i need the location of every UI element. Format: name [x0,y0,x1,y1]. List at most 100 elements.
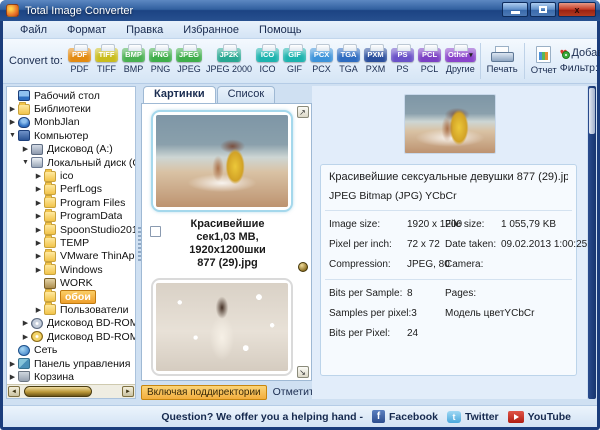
pdf-icon: PDF [68,48,91,62]
tree-item-libraries[interactable]: ▶Библиотеки [7,102,135,115]
scroll-bottom-icon[interactable]: ↘ [297,366,309,378]
chevron-right-icon[interactable]: ▶ [7,360,18,368]
include-subdirs-button[interactable]: Включая поддиректории [141,385,267,400]
menu-help[interactable]: Помощь [250,23,311,37]
tree-item-vmware-thinapp[interactable]: ▶VMware ThinApp [7,250,135,263]
tree-item-ico[interactable]: ▶ico [7,169,135,182]
menu-favorites[interactable]: Избранное [174,23,248,37]
convert-pxm-button[interactable]: PXMPXM [363,47,388,75]
scrollbar-thumb[interactable] [298,262,308,272]
tab-pictures[interactable]: Картинки [143,86,216,103]
tree-item-temp[interactable]: ▶TEMP [7,236,135,249]
minimize-button[interactable] [502,2,528,17]
convert-ps-button[interactable]: PSPS [390,47,415,75]
convert-pdf-button[interactable]: PDFPDF [67,47,92,75]
scrollbar-thumb[interactable] [24,386,92,397]
tree-item-program-files[interactable]: ▶Program Files [7,196,135,209]
convert-jpeg2000-button[interactable]: JP2KJPEG 2000 [205,47,253,75]
beach-photo-thumbnail[interactable] [156,115,288,207]
convert-pcx-button[interactable]: PCXPCX [309,47,334,75]
convert-pcl-button[interactable]: PCLPCL [417,47,442,75]
chevron-down-icon[interactable]: ▼ [20,159,31,166]
details-scrollbar[interactable] [588,86,596,399]
menu-edit[interactable]: Правка [117,23,172,37]
convert-jpeg-button[interactable]: JPEGJPEG [175,47,203,75]
chevron-down-icon[interactable]: ▼ [7,132,18,139]
tree-item-windows[interactable]: ▶Windows [7,263,135,276]
chevron-right-icon[interactable]: ▶ [33,172,44,180]
tree-item-spoonstudio[interactable]: ▶SpoonStudio201 [7,223,135,236]
thumbnail-checkbox[interactable] [150,226,161,237]
chevron-right-icon[interactable]: ▶ [7,373,18,381]
chevron-right-icon[interactable]: ▶ [20,333,31,341]
tree-item-control-panel[interactable]: ▶Панель управления [7,357,135,370]
tree-item-users[interactable]: ▶Пользователи [7,303,135,316]
tree-item-bdrom-2[interactable]: ▶Дисковод BD-ROM [7,330,135,343]
chevron-right-icon[interactable]: ▶ [7,105,18,113]
box-icon [44,278,56,289]
samples-per-pixel-label: Samples per pixel: [329,308,411,319]
close-button[interactable]: x [558,2,596,17]
chevron-right-icon[interactable]: ▶ [33,226,44,234]
chevron-right-icon[interactable]: ▶ [33,199,44,207]
convert-png-button[interactable]: PNGPNG [148,47,173,75]
chevron-right-icon[interactable]: ▶ [33,266,44,274]
tree-item-user[interactable]: ▶MonbJlan [7,116,135,129]
tree-item-bdrom-1[interactable]: ▶Дисковод BD-ROM [7,317,135,330]
print-button[interactable]: Печать [484,45,521,76]
tree-item-local-disk-c[interactable]: ▼Локальный диск (C:) [7,156,135,169]
chevron-right-icon[interactable]: ▶ [20,145,31,153]
tree-item-programdata[interactable]: ▶ProgramData [7,210,135,223]
youtube-link[interactable]: YouTube [508,411,571,423]
chevron-right-icon[interactable]: ▶ [33,252,44,260]
scroll-left-icon[interactable]: ◄ [8,386,20,397]
chevron-right-icon[interactable]: ▶ [33,185,44,193]
scroll-right-icon[interactable]: ► [122,386,134,397]
color-model-value: YCbCr [504,308,534,319]
convert-gif-button[interactable]: GIFGIF [282,47,307,75]
tree-item-work[interactable]: WORK [7,276,135,289]
tree-item-floppy-a[interactable]: ▶Дисковод (A:) [7,143,135,156]
tree-item-desktop[interactable]: Рабочий стол [7,89,135,102]
recycle-bin-icon [18,371,30,382]
ppi-value: 72 x 72 [407,239,440,250]
tab-list[interactable]: Список [217,86,276,103]
chevron-right-icon[interactable]: ▶ [33,212,44,220]
tree-item-recycle-bin[interactable]: ▶Корзина [7,370,135,383]
chevron-right-icon[interactable]: ▶ [7,118,18,126]
add-to-favorites-button[interactable]: ♥ Добавить в избр [560,47,600,59]
folder-icon [44,251,56,262]
thumbnail-selected[interactable] [151,110,293,212]
thumbnail-second[interactable] [151,278,293,376]
folder-tree: Рабочий стол ▶Библиотеки ▶MonbJlan ▼Комп… [6,86,136,399]
tree-item-computer[interactable]: ▼Компьютер [7,129,135,142]
convert-tga-button[interactable]: TGATGA [336,47,361,75]
convert-tiff-button[interactable]: TIFFTIFF [94,47,119,75]
maximize-button[interactable] [530,2,556,17]
confetti-photo-thumbnail[interactable] [156,283,288,371]
scroll-top-icon[interactable]: ↗ [297,106,309,118]
chevron-right-icon[interactable]: ▶ [33,239,44,247]
tree-item-perflogs[interactable]: ▶PerfLogs [7,183,135,196]
convert-bmp-button[interactable]: BMPBMP [121,47,146,75]
chevron-right-icon[interactable]: ▶ [33,306,44,314]
twitter-link[interactable]: t Twitter [447,411,499,423]
report-button[interactable]: Отчет [528,45,560,77]
tga-icon: TGA [337,48,360,62]
tree-item-oboi-selected[interactable]: обои [7,290,135,303]
date-taken-label: Date taken: [445,239,501,250]
scrollbar-thumb[interactable] [589,88,595,134]
menu-format[interactable]: Формат [58,23,115,37]
tree-item-network[interactable]: Сеть [7,343,135,356]
chevron-right-icon[interactable]: ▶ [20,319,31,327]
facebook-link[interactable]: f Facebook [372,410,438,423]
network-globe-icon [18,345,30,356]
convert-ico-button[interactable]: ICOICO [255,47,280,75]
youtube-icon [508,411,524,423]
thumbnail-scrollbar[interactable]: ↗ ↘ [296,106,309,378]
tree-horizontal-scrollbar[interactable]: ◄ ► [7,384,135,398]
convert-other-button[interactable]: Other▾Другие [444,47,477,75]
menu-file[interactable]: Файл [11,23,56,37]
chevron-down-icon: ▾ [469,52,473,59]
compression-value: JPEG, 80 [407,259,450,270]
